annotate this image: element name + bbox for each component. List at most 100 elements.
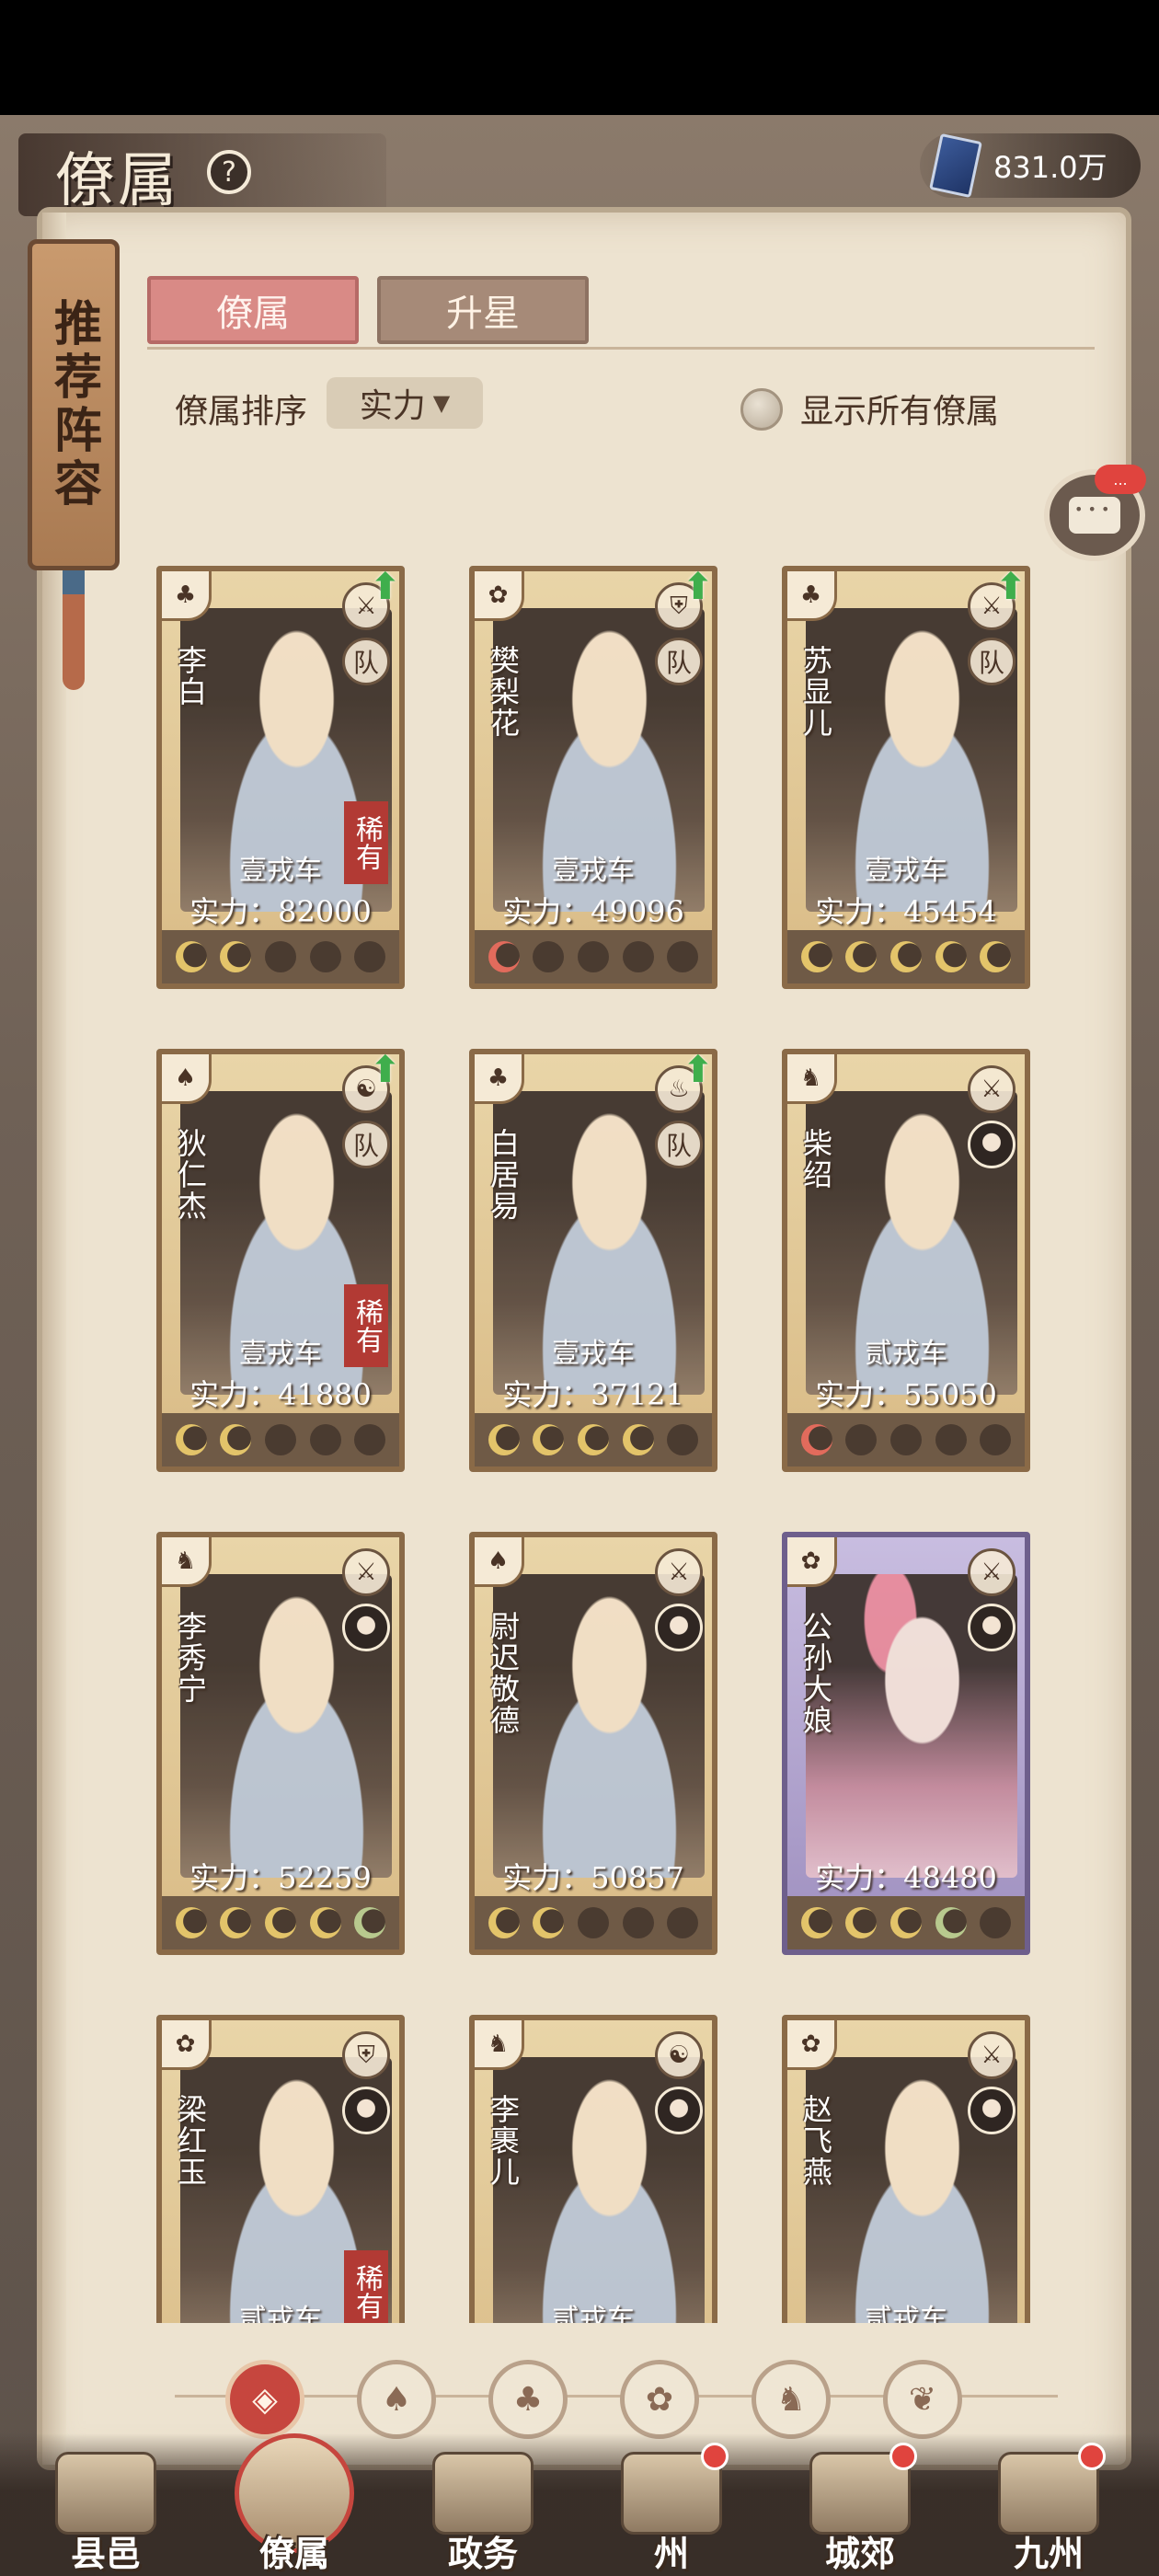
moon-star-icon — [889, 1907, 922, 1938]
nav-item-suburbs[interactable]: 城郊 — [777, 2433, 943, 2576]
moon-star-icon — [980, 941, 1012, 972]
hero-card[interactable]: ✿ ⚔ 公孙大娘 实力：48480 — [782, 1532, 1030, 1955]
fan-filter-icon[interactable]: ✿ — [620, 2360, 699, 2439]
moon-star-icon — [264, 941, 296, 972]
hero-card[interactable]: ✿ ⛨ 梁红玉 稀有 贰戎车 — [156, 2015, 405, 2323]
bond-avatar — [655, 2087, 703, 2134]
moon-star-icon — [577, 941, 609, 972]
hero-card[interactable]: ♠ ⚔ 尉迟敬德 实力：50857 — [469, 1532, 717, 1955]
hero-name: 李白 — [173, 645, 208, 707]
nav-item-county[interactable]: 县邑 — [23, 2433, 189, 2576]
weapon-icon: ⚔ — [968, 1548, 1016, 1596]
hero-type-icon: ✿ — [787, 2020, 837, 2070]
moon-star-icon — [800, 1424, 832, 1455]
hero-card[interactable]: ✿ ⚔ 赵飞燕 贰戎车 — [782, 2015, 1030, 2323]
upgrade-arrow-icon: ⬆ — [683, 1049, 714, 1091]
star-row — [475, 1896, 712, 1949]
hero-type-icon: ♠ — [162, 1054, 212, 1104]
moon-star-icon — [220, 941, 252, 972]
moon-star-icon — [488, 1907, 520, 1938]
hero-power: 实力：82000 — [189, 894, 372, 929]
hero-rank: 壹戎车 — [239, 1338, 322, 1370]
moon-star-icon — [622, 941, 654, 972]
sort-dropdown[interactable]: 实力 ▼ — [327, 377, 483, 429]
tab-star-up[interactable]: 升星 — [377, 276, 589, 344]
hero-power: 实力：55050 — [815, 1377, 997, 1412]
currency-display[interactable]: 831.0万 — [920, 132, 1141, 199]
hero-rank: 壹戎车 — [552, 855, 635, 887]
hero-power: 实力：41880 — [189, 1377, 372, 1412]
helmet-filter-icon[interactable]: ♠ — [357, 2360, 436, 2439]
upgrade-arrow-icon: ⬆ — [995, 566, 1027, 608]
bond-avatar — [968, 1121, 1016, 1168]
hero-card[interactable]: ♠ ☯ 队 ⬆ 狄仁杰 稀有 壹戎车 实力：41880 — [156, 1049, 405, 1472]
bond-avatar — [342, 1604, 390, 1651]
star-row — [787, 1896, 1025, 1949]
hero-type-icon: ♣ — [475, 1054, 524, 1104]
moon-star-icon — [845, 1424, 878, 1455]
status-bar — [0, 0, 1159, 115]
tassel-decoration — [63, 570, 85, 690]
chevron-down-icon: ▼ — [432, 390, 451, 416]
moon-star-icon — [264, 1424, 296, 1455]
nav-item-affairs[interactable]: 政务 — [400, 2433, 566, 2576]
team-badge: 队 — [342, 638, 390, 685]
hero-card[interactable]: ♣ ⚔ 队 ⬆ 李白 稀有 壹戎车 实力：82000 — [156, 566, 405, 989]
nav-item-prefecture[interactable]: 州 — [589, 2433, 754, 2576]
hero-power: 实力：49096 — [502, 894, 684, 929]
tab-row: 僚属 升星 — [147, 276, 1095, 350]
recommend-lineup-button[interactable]: 推荐阵容 — [28, 239, 120, 570]
hero-type-icon: ♣ — [787, 571, 837, 621]
notification-dot — [701, 2443, 729, 2470]
hero-name: 梁红玉 — [173, 2094, 208, 2188]
hero-card[interactable]: ♞ ☯ 李裹儿 贰戎车 — [469, 2015, 717, 2323]
team-badge: 队 — [655, 638, 703, 685]
nav-item-world-map[interactable]: 九州 — [966, 2433, 1131, 2576]
moon-star-icon — [980, 1424, 1012, 1455]
nav-label: 城郊 — [824, 2533, 895, 2574]
currency-value: 831.0万 — [993, 150, 1107, 185]
notification-dot — [1078, 2443, 1106, 2470]
sort-row: 僚属排序 实力 ▼ 显示所有僚属 — [175, 377, 1095, 432]
bond-avatar — [968, 2087, 1016, 2134]
hero-card[interactable]: ♞ ⚔ 柴绍 贰戎车 实力：55050 — [782, 1049, 1030, 1472]
moon-star-icon — [309, 1907, 341, 1938]
nav-label: 县邑 — [70, 2533, 141, 2574]
tab-subordinates[interactable]: 僚属 — [147, 276, 359, 344]
bottom-nav: 县邑 僚属 政务 州 城郊 九州 — [0, 2433, 1159, 2576]
star-row — [475, 1413, 712, 1466]
hero-power: 实力：45454 — [815, 894, 997, 929]
weapon-icon: ⚔ — [968, 2031, 1016, 2079]
leaf-filter-icon[interactable]: ❦ — [883, 2360, 962, 2439]
moon-star-icon — [175, 941, 207, 972]
hero-type-icon: ♠ — [475, 1537, 524, 1587]
hero-card[interactable]: ♣ ⚔ 队 ⬆ 苏显儿 壹戎车 实力：45454 — [782, 566, 1030, 989]
nav-item-subordinates[interactable]: 僚属 — [212, 2433, 377, 2576]
moon-star-icon — [354, 1424, 386, 1455]
moon-star-icon — [488, 941, 520, 972]
moon-star-icon — [667, 1424, 699, 1455]
moon-star-icon — [175, 1424, 207, 1455]
nav-label: 九州 — [1013, 2533, 1084, 2574]
moon-star-icon — [667, 1907, 699, 1938]
moon-star-icon — [935, 941, 967, 972]
moon-star-icon — [264, 1907, 296, 1938]
hero-name: 苏显儿 — [798, 645, 833, 739]
hero-name: 公孙大娘 — [798, 1611, 833, 1736]
gourd-filter-icon[interactable]: ♣ — [488, 2360, 568, 2439]
hero-card[interactable]: ✿ ⛨ 队 ⬆ 樊梨花 壹戎车 实力：49096 — [469, 566, 717, 989]
hero-name: 柴绍 — [798, 1128, 833, 1190]
show-all-checkbox[interactable] — [740, 388, 783, 431]
star-row — [475, 930, 712, 983]
hero-card[interactable]: ♣ ♨ 队 ⬆ 白居易 壹戎车 实力：37121 — [469, 1049, 717, 1472]
horse-filter-icon[interactable]: ♞ — [752, 2360, 831, 2439]
county-icon — [55, 2452, 156, 2535]
help-question-icon[interactable]: ? — [207, 150, 251, 194]
hero-name: 赵飞燕 — [798, 2094, 833, 2188]
hero-name: 李裹儿 — [486, 2094, 521, 2188]
team-badge: 队 — [342, 1121, 390, 1168]
hero-card[interactable]: ♞ ⚔ 李秀宁 实力：52259 — [156, 1532, 405, 1955]
star-row — [162, 1413, 399, 1466]
all-filter-icon[interactable]: ◈ — [225, 2360, 304, 2439]
star-row — [787, 1413, 1025, 1466]
